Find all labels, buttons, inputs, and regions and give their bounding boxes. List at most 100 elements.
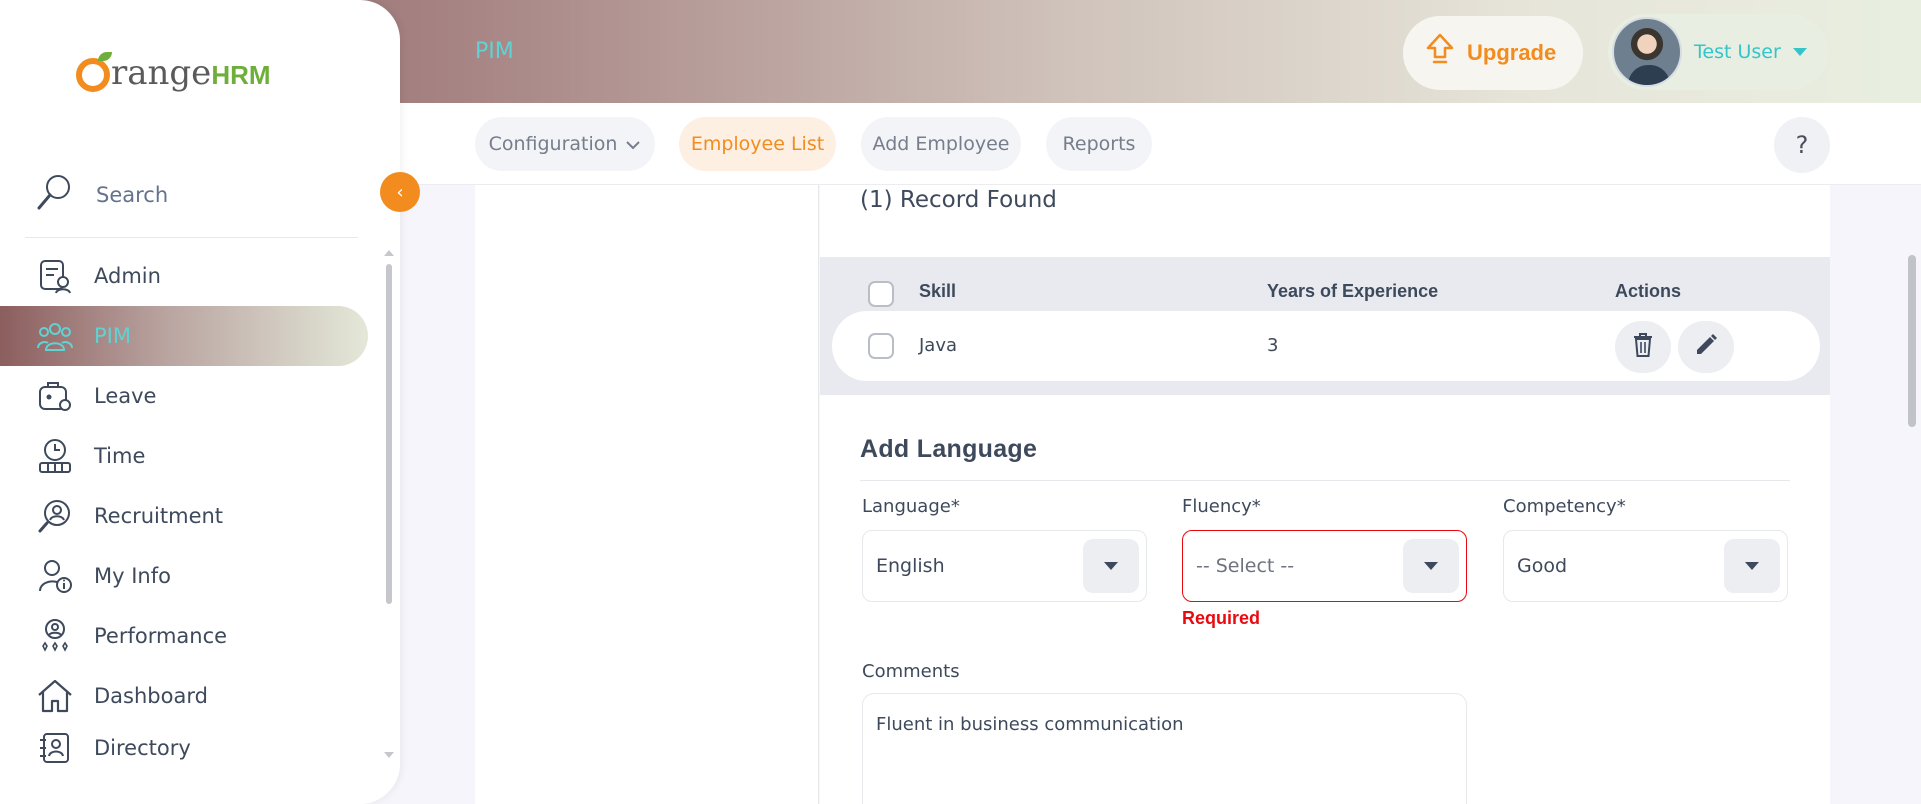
- cell-skill: Java: [919, 335, 958, 356]
- record-count: (1) Record Found: [860, 187, 1057, 213]
- time-icon: [36, 437, 74, 475]
- scrollbar-thumb[interactable]: [1908, 255, 1916, 427]
- upgrade-button[interactable]: Upgrade: [1403, 16, 1583, 90]
- tab-add-employee-label: Add Employee: [872, 133, 1010, 155]
- section-divider: [860, 480, 1790, 481]
- fluency-select[interactable]: -- Select --: [1182, 530, 1467, 602]
- recruitment-icon: [36, 497, 74, 535]
- comments-textarea[interactable]: Fluent in business communication: [862, 693, 1467, 804]
- main-content: (1) Record Found Skill Years of Experien…: [400, 185, 1921, 804]
- scroll-down-icon[interactable]: [384, 752, 394, 758]
- admin-icon: [36, 257, 74, 295]
- collapse-sidebar-button[interactable]: ‹: [380, 172, 420, 212]
- fluency-error-message: Required: [1182, 608, 1261, 628]
- page-scrollbar[interactable]: [1905, 103, 1921, 804]
- caret-down-icon: [1424, 562, 1438, 570]
- sidebar-item-recruitment[interactable]: Recruitment: [0, 486, 368, 546]
- sidebar-divider: [25, 237, 358, 238]
- sidebar-item-label: Time: [94, 444, 146, 468]
- select-all-checkbox[interactable]: [868, 281, 894, 307]
- comments-label: Comments: [862, 661, 960, 682]
- competency-label: Competency*: [1503, 496, 1626, 517]
- search-icon: [36, 172, 74, 217]
- qualifications-panel: (1) Record Found Skill Years of Experien…: [820, 185, 1830, 804]
- comments-value: Fluent in business communication: [876, 714, 1184, 735]
- scrollbar-thumb[interactable]: [386, 264, 392, 604]
- fluency-label: Fluency*: [1182, 496, 1261, 517]
- sidebar-item-label: Admin: [94, 264, 161, 288]
- sidebar-item-performance[interactable]: Performance: [0, 606, 368, 666]
- my-info-icon: [36, 557, 74, 595]
- chevron-down-icon: [625, 133, 641, 155]
- chevron-down-icon: [1792, 48, 1807, 56]
- section-title-add-language: Add Language: [860, 435, 1038, 463]
- pencil-icon: [1693, 332, 1719, 362]
- orangehrm-logo: range HRM: [76, 50, 271, 93]
- sidebar-item-directory[interactable]: Directory: [0, 726, 368, 770]
- sidebar-item-label: Directory: [94, 736, 191, 760]
- tab-reports[interactable]: Reports: [1046, 117, 1152, 171]
- sidebar-search[interactable]: Search: [36, 172, 168, 217]
- caret-down-icon: [1745, 562, 1759, 570]
- upgrade-label: Upgrade: [1467, 40, 1557, 65]
- sidebar-item-label: Recruitment: [94, 504, 224, 528]
- sidebar-item-label: Leave: [94, 384, 157, 408]
- competency-value: Good: [1517, 555, 1568, 577]
- competency-select[interactable]: Good: [1503, 530, 1788, 602]
- avatar: [1612, 17, 1682, 87]
- column-header-years: Years of Experience: [1267, 281, 1439, 301]
- tab-employee-list[interactable]: Employee List: [679, 117, 836, 171]
- tab-employee-list-label: Employee List: [690, 133, 825, 155]
- help-icon: ?: [1795, 131, 1809, 159]
- tab-add-employee[interactable]: Add Employee: [861, 117, 1021, 171]
- sub-navigation: Configuration Employee List Add Employee…: [400, 103, 1921, 185]
- delete-button[interactable]: [1615, 321, 1671, 373]
- tab-configuration-label: Configuration: [488, 133, 618, 155]
- language-dropdown-button[interactable]: [1083, 539, 1139, 593]
- sidebar-item-label: Performance: [94, 624, 228, 648]
- user-dropdown[interactable]: Test User: [1608, 14, 1828, 90]
- caret-down-icon: [1104, 562, 1118, 570]
- user-name: Test User: [1694, 41, 1781, 63]
- sidebar-item-dashboard[interactable]: Dashboard: [0, 666, 368, 726]
- sidebar-item-label: My Info: [94, 564, 171, 588]
- competency-dropdown-button[interactable]: [1724, 539, 1780, 593]
- table-row: Java 3: [832, 311, 1820, 381]
- logo-hrm: HRM: [211, 60, 271, 90]
- sidebar-item-label: Dashboard: [94, 684, 208, 708]
- scroll-up-icon[interactable]: [384, 250, 394, 256]
- language-label: Language*: [862, 496, 960, 517]
- dashboard-icon: [36, 677, 74, 715]
- help-button[interactable]: ?: [1774, 117, 1830, 173]
- tab-configuration[interactable]: Configuration: [475, 117, 655, 171]
- fluency-value: -- Select --: [1196, 555, 1295, 577]
- sidebar-item-pim[interactable]: PIM: [0, 306, 368, 366]
- sidebar-menu: Admin PIM Leave Time Recruitment My Info…: [0, 246, 372, 770]
- performance-icon: [36, 617, 74, 655]
- sidebar-scrollbar[interactable]: [384, 248, 394, 758]
- sidebar: range HRM Search Admin PIM Leave Time Re…: [0, 0, 400, 804]
- directory-icon: [36, 729, 74, 767]
- logo-o-icon: [76, 52, 112, 92]
- sidebar-item-label: PIM: [94, 324, 131, 348]
- sidebar-item-leave[interactable]: Leave: [0, 366, 368, 426]
- leave-icon: [36, 377, 74, 415]
- fluency-dropdown-button[interactable]: [1403, 539, 1459, 593]
- column-header-skill: Skill: [919, 281, 957, 301]
- sidebar-item-my-info[interactable]: My Info: [0, 546, 368, 606]
- edit-button[interactable]: [1678, 321, 1734, 373]
- language-select[interactable]: English: [862, 530, 1147, 602]
- pim-icon: [36, 317, 74, 355]
- upgrade-icon: [1425, 33, 1455, 73]
- chevron-left-icon: ‹: [396, 181, 404, 203]
- module-title: PIM: [475, 39, 514, 64]
- sidebar-item-admin[interactable]: Admin: [0, 246, 368, 306]
- column-header-actions: Actions: [1615, 281, 1682, 301]
- sidebar-item-time[interactable]: Time: [0, 426, 368, 486]
- search-label: Search: [96, 182, 169, 207]
- row-checkbox[interactable]: [868, 333, 894, 359]
- profile-side-panel: [475, 185, 819, 804]
- logo-word: range: [111, 53, 212, 93]
- trash-icon: [1632, 332, 1654, 362]
- cell-years: 3: [1267, 335, 1279, 356]
